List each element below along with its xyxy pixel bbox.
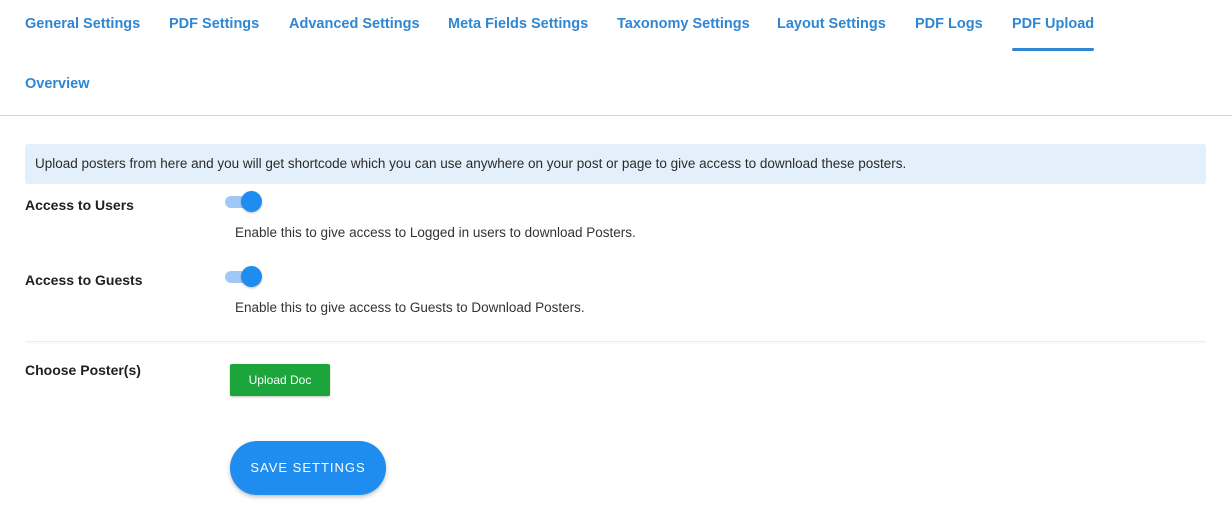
tab-layout-settings[interactable]: Layout Settings — [777, 15, 886, 33]
tab-pdf-settings[interactable]: PDF Settings — [169, 15, 259, 33]
access-guests-help: Enable this to give access to Guests to … — [235, 300, 585, 315]
choose-posters-label: Choose Poster(s) — [25, 362, 141, 378]
access-guests-label: Access to Guests — [25, 272, 143, 288]
tab-taxonomy-settings[interactable]: Taxonomy Settings — [617, 15, 750, 33]
tab-advanced-settings[interactable]: Advanced Settings — [289, 15, 420, 33]
tab-meta-fields-settings[interactable]: Meta Fields Settings — [448, 15, 588, 33]
tab-pdf-logs[interactable]: PDF Logs — [915, 15, 983, 33]
settings-tab-bar: General Settings PDF Settings Advanced S… — [0, 0, 1232, 116]
access-users-label: Access to Users — [25, 197, 134, 213]
tab-general-settings[interactable]: General Settings — [25, 15, 140, 33]
tab-pdf-upload[interactable]: PDF Upload — [1012, 15, 1095, 51]
tab-overview[interactable]: Overview — [25, 75, 90, 93]
access-guests-toggle[interactable] — [225, 266, 262, 288]
section-divider — [25, 341, 1206, 342]
toggle-knob — [241, 266, 262, 287]
access-users-help: Enable this to give access to Logged in … — [235, 225, 636, 240]
save-settings-button[interactable]: SAVE SETTINGS — [230, 441, 386, 495]
toggle-knob — [241, 191, 262, 212]
upload-doc-button[interactable]: Upload Doc — [230, 364, 330, 396]
info-notice: Upload posters from here and you will ge… — [25, 144, 1206, 184]
access-users-toggle[interactable] — [225, 191, 262, 213]
